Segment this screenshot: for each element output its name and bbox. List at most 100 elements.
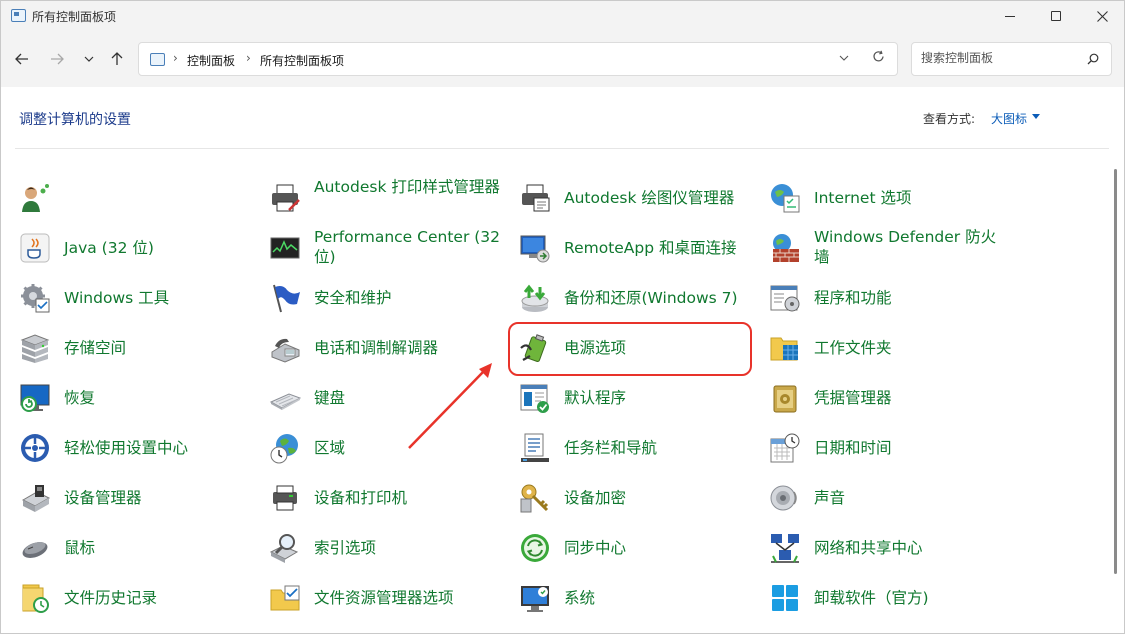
item-label[interactable]: 鼠标 (64, 538, 95, 558)
indexing-icon (269, 534, 299, 563)
back-button[interactable] (10, 47, 34, 71)
maximize-icon (1051, 11, 1061, 21)
recent-locations-button[interactable] (77, 47, 101, 71)
network-icon (771, 534, 799, 563)
maximize-button[interactable] (1033, 1, 1079, 31)
item-label[interactable]: 默认程序 (564, 388, 626, 408)
item-label[interactable]: 凭据管理器 (814, 388, 892, 408)
item-label[interactable]: 恢复 (64, 388, 95, 408)
item-label[interactable]: 网络和共享中心 (814, 538, 923, 558)
item-label[interactable]: 索引选项 (314, 538, 376, 558)
item-label[interactable]: 同步中心 (564, 538, 626, 558)
ease-of-access-icon (21, 434, 49, 462)
scrollbar-thumb[interactable] (1114, 169, 1117, 574)
phone-icon (271, 338, 300, 363)
breadcrumb-all-items[interactable]: 所有控制面板项 (260, 52, 344, 69)
storage-icon (20, 334, 50, 363)
caret-down-icon[interactable] (1032, 114, 1040, 119)
backup-icon (521, 284, 549, 312)
explorer-options-icon (270, 585, 300, 611)
file-history-icon (22, 584, 49, 613)
vertical-scrollbar[interactable] (1114, 161, 1118, 633)
item-label[interactable]: 日期和时间 (814, 438, 892, 458)
encryption-icon (520, 484, 549, 513)
address-bar[interactable]: › 控制面板 › 所有控制面板项 (138, 42, 898, 76)
control-panel-icon (11, 9, 26, 22)
highlight-box (508, 322, 752, 376)
item-label[interactable]: 设备和打印机 (314, 488, 407, 508)
programs-icon (770, 285, 800, 312)
up-button[interactable] (105, 47, 129, 71)
work-folders-icon (770, 337, 798, 361)
chevron-right-icon[interactable]: › (246, 51, 251, 65)
item-label[interactable]: 区域 (314, 438, 345, 458)
performance-icon (270, 237, 300, 259)
item-label[interactable]: 设备管理器 (64, 488, 142, 508)
system-icon (521, 586, 549, 612)
item-label[interactable]: 任务栏和导航 (564, 438, 657, 458)
devices-printers-icon (273, 485, 297, 511)
remoteapp-icon (520, 235, 550, 263)
breadcrumb-control-panel[interactable]: 控制面板 (187, 52, 235, 69)
item-label[interactable]: 文件历史记录 (64, 588, 157, 608)
uninstall-icon (772, 585, 798, 611)
flag-icon (273, 284, 300, 313)
java-icon (20, 233, 50, 263)
refresh-icon (873, 50, 884, 62)
item-label[interactable]: 键盘 (314, 388, 345, 408)
close-icon (1096, 10, 1108, 22)
item-label[interactable]: 程序和功能 (814, 288, 892, 308)
mouse-icon (22, 541, 48, 558)
credential-icon (773, 385, 797, 413)
annotation-arrow-icon (408, 363, 492, 449)
item-label[interactable]: RemoteApp 和桌面连接 (564, 238, 737, 258)
item-label[interactable]: Windows 工具 (64, 288, 169, 308)
item-label[interactable]: 卸载软件（官方) (814, 588, 929, 608)
search-icon[interactable] (1087, 53, 1099, 65)
item-label[interactable]: Windows Defender 防火墙 (814, 227, 1004, 267)
minimize-icon (1005, 15, 1015, 17)
item-label[interactable]: 系统 (564, 588, 595, 608)
view-by-label: 查看方式: (923, 112, 976, 126)
sound-icon (770, 485, 797, 511)
printer-icon (272, 184, 300, 212)
firewall-icon (773, 234, 799, 262)
page-title: 调整计算机的设置 (19, 112, 131, 128)
refresh-button[interactable] (872, 49, 885, 67)
region-icon (270, 434, 298, 464)
item-label[interactable]: 备份和还原(Windows 7) (564, 288, 738, 308)
item-label[interactable]: 轻松使用设置中心 (64, 438, 188, 458)
forward-arrow-icon (51, 53, 64, 65)
control-panel-icon (150, 53, 165, 66)
item-label[interactable]: 设备加密 (564, 488, 626, 508)
window-title: 所有控制面板项 (32, 10, 117, 24)
control-panel-window: 所有控制面板项 › 控制面板 › 所有控制面板项 搜索控制面板 调整计算机的设置… (0, 0, 1125, 634)
view-by-dropdown[interactable]: 大图标 (991, 110, 1027, 127)
item-label[interactable]: Autodesk 打印样式管理器 (314, 177, 504, 197)
item-label[interactable]: 存储空间 (64, 338, 126, 358)
user-accounts-icon (22, 184, 49, 212)
chevron-down-icon (84, 56, 94, 62)
close-button[interactable] (1079, 1, 1124, 31)
item-label[interactable]: Performance Center (32 位) (314, 227, 504, 267)
item-label[interactable]: Java (32 位) (64, 238, 154, 258)
item-label[interactable]: 声音 (814, 488, 845, 508)
item-label[interactable]: Autodesk 绘图仪管理器 (564, 188, 734, 208)
keyboard-icon (269, 393, 301, 410)
item-label[interactable]: Internet 选项 (814, 188, 911, 208)
item-label[interactable]: 文件资源管理器选项 (314, 588, 454, 608)
minimize-button[interactable] (987, 1, 1033, 31)
item-label[interactable]: 工作文件夹 (814, 338, 892, 358)
sync-icon (521, 534, 549, 562)
search-box[interactable] (911, 42, 1112, 76)
item-label[interactable]: 安全和维护 (314, 288, 392, 308)
address-dropdown-button[interactable] (839, 51, 849, 64)
title-bar[interactable]: 所有控制面板项 (1, 1, 1124, 31)
search-input[interactable] (921, 51, 1081, 65)
internet-options-icon (771, 184, 800, 213)
forward-button[interactable] (45, 47, 69, 71)
datetime-icon (770, 433, 800, 463)
device-manager-icon (21, 485, 51, 512)
default-programs-icon (520, 384, 549, 413)
chevron-right-icon[interactable]: › (173, 51, 178, 65)
